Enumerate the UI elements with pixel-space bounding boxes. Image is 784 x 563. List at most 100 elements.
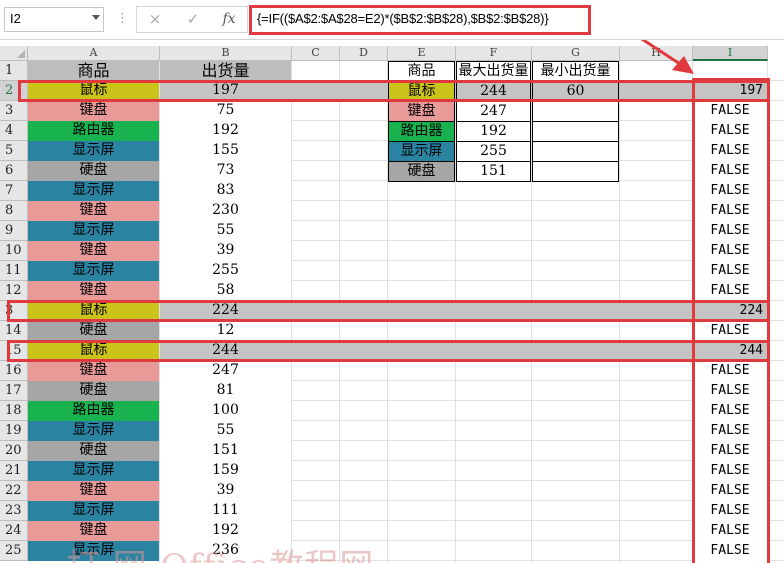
cell-result[interactable]: FALSE bbox=[693, 101, 767, 121]
cell-result[interactable]: 244 bbox=[693, 341, 767, 361]
cell-product[interactable]: 键盘 bbox=[28, 521, 159, 541]
column-header-h[interactable]: H bbox=[620, 46, 693, 61]
cell-product[interactable]: 硬盘 bbox=[28, 321, 159, 341]
cell-result[interactable]: FALSE bbox=[693, 421, 767, 441]
row-header-20[interactable]: 20 bbox=[0, 441, 28, 461]
cell-product[interactable]: 显示屏 bbox=[28, 501, 159, 521]
cell-product[interactable]: 显示屏 bbox=[28, 221, 159, 241]
row-header-8[interactable]: 8 bbox=[0, 201, 28, 221]
cell-product[interactable]: 路由器 bbox=[28, 401, 159, 421]
formula-input[interactable]: {=IF(($A$2:$A$28=E2)*($B$2:$B$28),$B$2:$… bbox=[249, 6, 784, 33]
cell-quantity[interactable]: 230 bbox=[160, 201, 291, 221]
cell-result[interactable]: 224 bbox=[693, 301, 767, 321]
row-header-24[interactable]: 24 bbox=[0, 521, 28, 541]
cell-quantity[interactable]: 224 bbox=[160, 301, 291, 321]
cell-result[interactable]: FALSE bbox=[693, 441, 767, 461]
cell-quantity[interactable]: 83 bbox=[160, 181, 291, 201]
row-header-17[interactable]: 17 bbox=[0, 381, 28, 401]
row-header-2[interactable]: 2 bbox=[0, 81, 28, 101]
cell-result[interactable]: FALSE bbox=[693, 201, 767, 221]
cell-quantity[interactable]: 192 bbox=[160, 521, 291, 541]
row-header-14[interactable]: 14 bbox=[0, 321, 28, 341]
header-product[interactable]: 商品 bbox=[28, 61, 159, 81]
cell-product[interactable]: 显示屏 bbox=[28, 421, 159, 441]
cell-max-quantity[interactable]: 192 bbox=[456, 121, 531, 142]
cell-product[interactable]: 显示屏 bbox=[28, 541, 159, 561]
cell-quantity[interactable]: 255 bbox=[160, 261, 291, 281]
cell-result[interactable]: FALSE bbox=[693, 461, 767, 481]
column-header-e[interactable]: E bbox=[388, 46, 456, 61]
row-header-19[interactable]: 19 bbox=[0, 421, 28, 441]
row-header-12[interactable]: 12 bbox=[0, 281, 28, 301]
cell-product[interactable]: 硬盘 bbox=[28, 381, 159, 401]
cell-result[interactable]: FALSE bbox=[693, 141, 767, 161]
column-header-i[interactable]: I bbox=[693, 46, 768, 61]
cell-product[interactable]: 硬盘 bbox=[28, 161, 159, 181]
function-icon[interactable]: fx bbox=[219, 11, 239, 27]
cell-summary-product[interactable]: 鼠标 bbox=[388, 81, 455, 102]
cell-product[interactable]: 鼠标 bbox=[28, 81, 159, 101]
cell-quantity[interactable]: 73 bbox=[160, 161, 291, 181]
row-header-6[interactable]: 6 bbox=[0, 161, 28, 181]
row-header-3[interactable]: 3 bbox=[0, 101, 28, 121]
cell-min-quantity[interactable] bbox=[532, 101, 619, 122]
cell-min-quantity[interactable] bbox=[532, 141, 619, 162]
drag-handle-icon[interactable]: ⋮ bbox=[116, 11, 129, 26]
row-header-5[interactable]: 5 bbox=[0, 141, 28, 161]
row-header-21[interactable]: 21 bbox=[0, 461, 28, 481]
cell-product[interactable]: 键盘 bbox=[28, 101, 159, 121]
cell-min-quantity[interactable] bbox=[532, 121, 619, 142]
cell-quantity[interactable]: 159 bbox=[160, 461, 291, 481]
enter-icon[interactable]: ✓ bbox=[183, 10, 203, 28]
header-summary-product[interactable]: 商品 bbox=[388, 61, 455, 82]
cell-product[interactable]: 显示屏 bbox=[28, 261, 159, 281]
row-header-13[interactable]: 3 bbox=[0, 301, 28, 321]
row-header-25[interactable]: 25 bbox=[0, 541, 28, 561]
cell-result[interactable]: 197 bbox=[693, 81, 767, 101]
cell-result[interactable]: FALSE bbox=[693, 161, 767, 181]
column-header-b[interactable]: B bbox=[160, 46, 292, 61]
cell-quantity[interactable]: 100 bbox=[160, 401, 291, 421]
cell-min-quantity[interactable] bbox=[532, 161, 619, 182]
cell-quantity[interactable]: 58 bbox=[160, 281, 291, 301]
cell-result[interactable]: FALSE bbox=[693, 541, 767, 561]
cell-quantity[interactable]: 247 bbox=[160, 361, 291, 381]
cell-quantity[interactable]: 39 bbox=[160, 481, 291, 501]
cell-product[interactable]: 鼠标 bbox=[28, 341, 159, 361]
cell-result[interactable]: FALSE bbox=[693, 321, 767, 341]
cancel-icon[interactable]: × bbox=[145, 10, 165, 28]
cell-quantity[interactable]: 244 bbox=[160, 341, 291, 361]
cell-result[interactable]: FALSE bbox=[693, 281, 767, 301]
row-header-1[interactable]: 1 bbox=[0, 61, 28, 81]
cell-product[interactable]: 显示屏 bbox=[28, 461, 159, 481]
cell-product[interactable]: 键盘 bbox=[28, 481, 159, 501]
cell-result[interactable]: FALSE bbox=[693, 221, 767, 241]
cell-result[interactable]: FALSE bbox=[693, 121, 767, 141]
header-max-quantity[interactable]: 最大出货量 bbox=[456, 61, 531, 82]
column-header-f[interactable]: F bbox=[456, 46, 532, 61]
cell-result[interactable]: FALSE bbox=[693, 241, 767, 261]
cell-quantity[interactable]: 151 bbox=[160, 441, 291, 461]
cell-summary-product[interactable]: 路由器 bbox=[388, 121, 455, 142]
row-header-9[interactable]: 9 bbox=[0, 221, 28, 241]
column-header-a[interactable]: A bbox=[28, 46, 160, 61]
cell-quantity[interactable]: 75 bbox=[160, 101, 291, 121]
cell-result[interactable]: FALSE bbox=[693, 361, 767, 381]
row-header-16[interactable]: 16 bbox=[0, 361, 28, 381]
cell-max-quantity[interactable]: 151 bbox=[456, 161, 531, 182]
column-header-d[interactable]: D bbox=[340, 46, 388, 61]
cell-quantity[interactable]: 39 bbox=[160, 241, 291, 261]
cell-product[interactable]: 键盘 bbox=[28, 201, 159, 221]
cell-summary-product[interactable]: 硬盘 bbox=[388, 161, 455, 182]
cell-max-quantity[interactable]: 244 bbox=[456, 81, 531, 102]
cell-result[interactable]: FALSE bbox=[693, 521, 767, 541]
cell-quantity[interactable]: 12 bbox=[160, 321, 291, 341]
row-header-22[interactable]: 22 bbox=[0, 481, 28, 501]
cell-quantity[interactable]: 236 bbox=[160, 541, 291, 561]
cell-product[interactable]: 键盘 bbox=[28, 241, 159, 261]
cell-result[interactable]: FALSE bbox=[693, 181, 767, 201]
cell-result[interactable]: FALSE bbox=[693, 481, 767, 501]
cell-result[interactable]: FALSE bbox=[693, 261, 767, 281]
cell-product[interactable]: 路由器 bbox=[28, 121, 159, 141]
cell-product[interactable]: 硬盘 bbox=[28, 441, 159, 461]
